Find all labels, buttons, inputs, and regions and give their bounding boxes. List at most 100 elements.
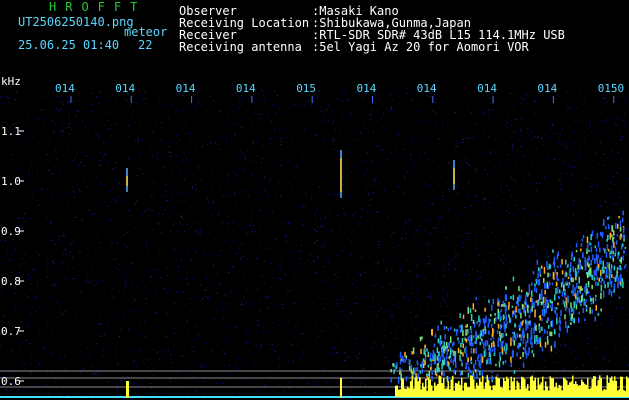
noise-dot [7,211,9,213]
noise-dot [113,199,115,200]
amplitude-bar [488,380,490,397]
noise-dot [457,287,458,289]
noise-dot [273,375,275,377]
amplitude-bar [438,375,440,397]
signal-speck [526,333,529,339]
noise-dot [393,367,394,369]
signal-speck [475,297,478,301]
noise-dot [461,93,463,95]
noise-dot [589,190,591,192]
signal-speck [469,335,471,339]
noise-dot [226,140,227,142]
signal-speck [447,361,449,365]
signal-speck [580,295,583,303]
signal-speck [478,354,480,359]
noise-dot [353,277,355,279]
signal-speck [494,313,496,316]
noise-dot [563,273,565,275]
noise-dot [370,114,372,116]
noise-dot [456,145,458,147]
noise-dot [484,261,486,263]
noise-dot [378,269,380,271]
noise-dot [55,200,57,202]
noise-dot [51,173,53,175]
noise-dot [532,137,533,139]
amplitude-bar [536,389,538,397]
signal-speck [508,301,510,307]
noise-dot [95,255,96,257]
signal-speck [600,284,603,292]
noise-dot [12,252,13,254]
noise-dot [388,361,390,363]
noise-dot [504,241,506,243]
noise-dot [616,307,617,309]
noise-dot [115,162,117,163]
noise-dot [504,364,506,366]
noise-dot [249,225,251,227]
noise-dot [90,296,92,298]
signal-speck [478,324,481,327]
signal-speck [593,269,596,276]
noise-dot [213,133,215,135]
noise-dot [99,164,101,166]
noise-dot [310,313,312,315]
noise-dot [73,192,75,194]
noise-dot [236,260,238,262]
noise-dot [538,109,540,111]
noise-dot [250,220,252,222]
noise-dot [438,138,440,140]
noise-dot [371,198,373,200]
amplitude-bar [584,383,586,397]
noise-dot [371,228,373,230]
signal-speck [554,341,556,348]
noise-dot [407,213,409,215]
noise-dot [262,215,264,217]
noise-dot [364,177,366,178]
noise-dot [453,299,454,301]
noise-dot [579,90,581,92]
noise-dot [564,143,566,145]
noise-dot [47,188,49,190]
noise-dot [361,98,363,100]
signal-speck [467,357,469,363]
noise-dot [451,260,453,262]
noise-dot [119,336,121,337]
noise-dot [267,307,269,309]
noise-dot [316,240,318,241]
amplitude-bar [531,375,533,397]
noise-dot [289,266,291,268]
noise-dot [544,367,546,369]
noise-dot [29,325,31,327]
noise-dot [351,380,353,382]
noise-dot [417,266,418,268]
noise-dot [158,269,159,270]
signal-speck [535,279,537,282]
noise-dot [22,217,24,219]
noise-dot [616,116,618,118]
noise-dot [289,387,291,389]
noise-dot [547,382,549,384]
noise-dot [360,216,362,217]
noise-dot [603,153,605,155]
signal-speck [444,346,447,350]
signal-speck [504,348,507,352]
noise-dot [281,222,283,224]
noise-dot [260,347,262,349]
noise-dot [258,302,260,304]
noise-dot [505,234,507,236]
noise-dot [238,247,240,249]
signal-speck [565,321,567,328]
amplitude-bar [597,380,599,397]
noise-dot [336,299,338,300]
noise-dot [27,296,28,298]
noise-dot [265,296,267,298]
amplitude-bar [449,389,451,397]
noise-dot [320,110,322,112]
noise-dot [476,313,478,315]
noise-dot [523,181,525,183]
signal-speck [547,325,550,329]
amplitude-bar [578,385,580,397]
noise-dot [113,124,115,126]
noise-dot [239,97,241,99]
noise-dot [383,114,385,116]
